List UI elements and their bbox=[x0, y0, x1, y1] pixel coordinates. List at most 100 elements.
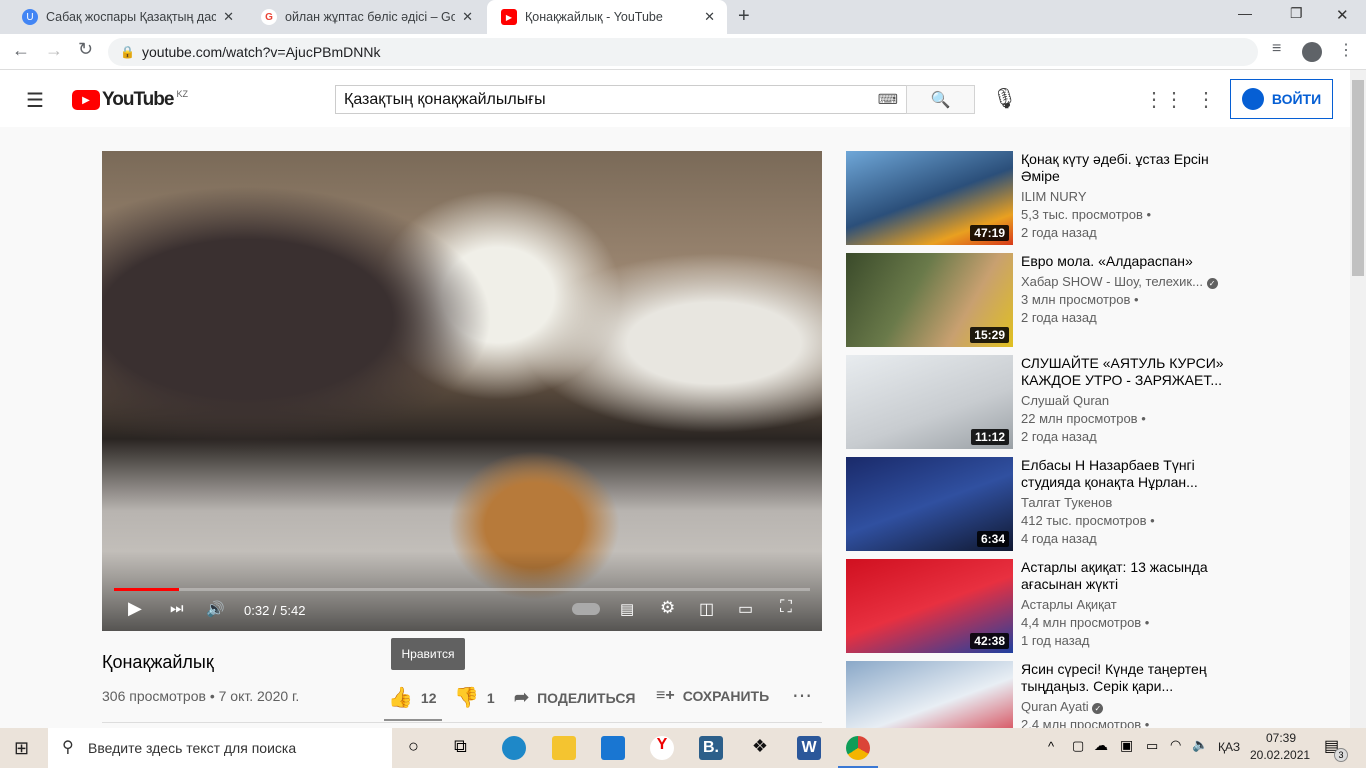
back-icon[interactable]: ← bbox=[12, 40, 30, 61]
related-video-item[interactable]: Қонақ күту әдебі. ұстаз Ерсін Әміре ILIM… bbox=[1021, 151, 1231, 242]
scrollbar-thumb[interactable] bbox=[1352, 80, 1364, 276]
related-video-item[interactable]: Елбасы Н Назарбаев Түнгі студияда қонақт… bbox=[1021, 457, 1231, 548]
login-button[interactable]: ВОЙТИ bbox=[1230, 79, 1333, 119]
theater-mode-icon[interactable]: ▭ bbox=[738, 599, 753, 619]
word-icon[interactable]: W bbox=[797, 736, 821, 760]
close-window-button[interactable]: ✕ bbox=[1336, 6, 1349, 24]
menu-icon[interactable]: ⋮ bbox=[1338, 40, 1354, 60]
play-icon[interactable]: ▶ bbox=[128, 598, 142, 619]
youtube-logo[interactable]: ▶ YouTube KZ bbox=[72, 89, 188, 111]
media-icon[interactable]: ≡ bbox=[1272, 40, 1281, 58]
language-indicator[interactable]: ҚАЗ bbox=[1218, 740, 1240, 754]
related-video-item[interactable]: СЛУШАЙТЕ «АЯТУЛЬ КУРСИ» КАЖДОЕ УТРО - ЗА… bbox=[1021, 355, 1231, 446]
like-tooltip: Нравится bbox=[391, 638, 465, 670]
wifi-icon[interactable]: ◠ bbox=[1170, 737, 1181, 753]
search-button[interactable]: 🔍 bbox=[906, 85, 975, 114]
channel-name: Quran Ayati bbox=[1021, 699, 1089, 714]
related-title[interactable]: СЛУШАЙТЕ «АЯТУЛЬ КУРСИ» КАЖДОЕ УТРО - ЗА… bbox=[1021, 355, 1231, 389]
autoplay-toggle[interactable] bbox=[572, 603, 600, 615]
profile-icon[interactable] bbox=[1302, 42, 1322, 62]
tray-app-icon[interactable]: ▣ bbox=[1120, 737, 1133, 754]
thumbs-up-icon: 👍 bbox=[388, 687, 413, 709]
related-video-item[interactable]: Ясин сүресі! Күнде таңертең тыңдаңыз. Се… bbox=[1021, 661, 1231, 734]
related-title[interactable]: Астарлы ақиқат: 13 жасында ағасынан жүкт… bbox=[1021, 559, 1231, 593]
video-player[interactable]: ▶ ⏭ 🔊 0:32 / 5:42 ▤ ⚙ ◫ ▭ ⛶ bbox=[102, 151, 822, 631]
related-views: 412 тыс. просмотров • bbox=[1021, 513, 1155, 528]
microphone-icon[interactable]: 🎙 bbox=[992, 86, 1017, 111]
volume-tray-icon[interactable]: 🔈 bbox=[1192, 737, 1208, 753]
maximize-button[interactable]: ❐ bbox=[1290, 5, 1303, 22]
related-video-item[interactable]: Евро мола. «Алдараспан» Хабар SHOW - Шоу… bbox=[1021, 253, 1231, 327]
forward-icon[interactable]: → bbox=[45, 40, 63, 61]
tab-title: ойлан жұптас бөліс әдісі – Goog bbox=[285, 10, 455, 24]
search-icon: 🔍 bbox=[930, 91, 951, 109]
subtitles-icon[interactable]: ▤ bbox=[620, 600, 634, 618]
related-thumbnail[interactable]: 42:38 bbox=[846, 559, 1013, 653]
related-title[interactable]: Ясин сүресі! Күнде таңертең тыңдаңыз. Се… bbox=[1021, 661, 1231, 695]
channel-name: Хабар SHOW - Шоу, телехик... bbox=[1021, 274, 1203, 289]
task-view-icon[interactable]: ⧉ bbox=[454, 736, 467, 757]
tab-youtube[interactable]: ▶ Қонақжайлық - YouTube ✕ bbox=[487, 0, 727, 34]
cortana-icon[interactable]: ○ bbox=[408, 736, 419, 757]
edge-icon[interactable] bbox=[502, 736, 526, 760]
mail-icon[interactable] bbox=[601, 736, 625, 760]
controls-gradient bbox=[102, 551, 822, 631]
search-input[interactable]: Қазақтың қонақжайлылығы ⌨ bbox=[335, 85, 907, 114]
minimize-button[interactable]: — bbox=[1238, 5, 1252, 21]
dislike-button[interactable]: 👎 1 bbox=[454, 685, 495, 710]
address-bar[interactable]: 🔒 youtube.com/watch?v=AjucPBmDNNk bbox=[108, 38, 1258, 66]
dropbox-icon[interactable]: ❖ bbox=[748, 736, 772, 760]
related-video-item[interactable]: Астарлы ақиқат: 13 жасында ағасынан жүкт… bbox=[1021, 559, 1231, 650]
miniplayer-icon[interactable]: ◫ bbox=[699, 599, 714, 619]
file-explorer-icon[interactable] bbox=[552, 736, 576, 760]
progress-bar[interactable] bbox=[114, 588, 810, 591]
more-actions-icon[interactable]: ⋯ bbox=[792, 683, 812, 708]
tab-google[interactable]: Gойлан жұптас бөліс әдісі – Goog ✕ bbox=[247, 0, 485, 34]
meet-icon[interactable]: ▢ bbox=[1072, 738, 1084, 754]
related-title[interactable]: Евро мола. «Алдараспан» bbox=[1021, 253, 1231, 270]
onedrive-icon[interactable]: ☁ bbox=[1094, 737, 1108, 754]
bookmate-icon[interactable]: B. bbox=[699, 736, 723, 760]
related-thumbnail[interactable]: 11:12 bbox=[846, 355, 1013, 449]
hamburger-menu-icon[interactable]: ☰ bbox=[26, 88, 44, 113]
time-display: 0:32 / 5:42 bbox=[244, 603, 306, 618]
related-title[interactable]: Елбасы Н Назарбаев Түнгі студияда қонақт… bbox=[1021, 457, 1231, 491]
next-icon[interactable]: ⏭ bbox=[170, 600, 184, 617]
video-duration: 42:38 bbox=[970, 633, 1009, 649]
related-thumbnail[interactable]: 6:34 bbox=[846, 457, 1013, 551]
share-label: ПОДЕЛИТЬСЯ bbox=[537, 689, 636, 706]
battery-icon[interactable]: ▭ bbox=[1146, 738, 1158, 754]
apps-grid-icon[interactable]: ⋮⋮ bbox=[1144, 87, 1184, 112]
clock-date[interactable]: 20.02.2021 bbox=[1250, 748, 1310, 762]
related-thumbnail[interactable]: 15:29 bbox=[846, 253, 1013, 347]
verified-icon: ✓ bbox=[1206, 278, 1218, 289]
like-button[interactable]: 👍 12 bbox=[388, 685, 436, 710]
new-tab-button[interactable]: + bbox=[738, 5, 750, 28]
scrollbar[interactable] bbox=[1350, 70, 1366, 728]
related-age: 2 года назад bbox=[1021, 225, 1097, 240]
fullscreen-icon[interactable]: ⛶ bbox=[780, 597, 792, 617]
windows-start-icon[interactable]: ⊞ bbox=[14, 738, 29, 759]
yandex-icon[interactable]: Y bbox=[650, 736, 674, 760]
close-icon[interactable]: ✕ bbox=[704, 9, 715, 25]
save-button[interactable]: ≡+ СОХРАНИТЬ bbox=[656, 687, 769, 705]
close-icon[interactable]: ✕ bbox=[223, 9, 234, 25]
related-views: 5,3 тыс. просмотров • bbox=[1021, 207, 1152, 222]
chrome-icon[interactable] bbox=[846, 736, 870, 760]
tray-chevron-icon[interactable]: ^ bbox=[1048, 739, 1054, 754]
settings-menu-icon[interactable]: ⋮ bbox=[1196, 87, 1216, 112]
taskbar-search[interactable]: ⚲ Введите здесь текст для поиска bbox=[48, 728, 392, 768]
related-views: 4,4 млн просмотров • bbox=[1021, 615, 1150, 630]
reload-icon[interactable]: ↻ bbox=[78, 39, 93, 60]
thumbs-down-icon: 👎 bbox=[454, 687, 479, 709]
share-button[interactable]: ➦ ПОДЕЛИТЬСЯ bbox=[514, 687, 636, 708]
like-ratio-bar bbox=[384, 719, 442, 721]
clock-time[interactable]: 07:39 bbox=[1266, 731, 1296, 745]
related-title[interactable]: Қонақ күту әдебі. ұстаз Ерсін Әміре bbox=[1021, 151, 1231, 185]
volume-icon[interactable]: 🔊 bbox=[206, 600, 225, 618]
keyboard-icon[interactable]: ⌨ bbox=[878, 86, 898, 113]
close-icon[interactable]: ✕ bbox=[462, 9, 473, 25]
settings-icon[interactable]: ⚙ bbox=[660, 598, 675, 618]
related-thumbnail[interactable]: 47:19 bbox=[846, 151, 1013, 245]
tab-lesson-plan[interactable]: U Сабақ жоспары Қазақтың даста ✕ bbox=[8, 0, 246, 34]
